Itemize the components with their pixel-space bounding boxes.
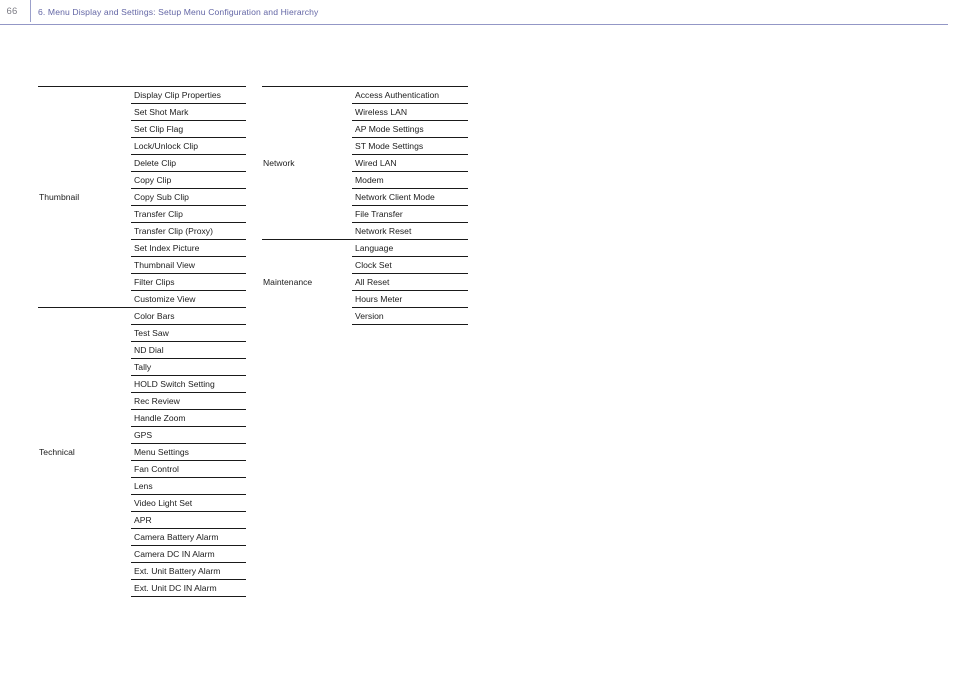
menu-item-label: Delete Clip — [131, 154, 246, 172]
menu-item-label: Clock Set — [352, 256, 468, 274]
menu-item-label: Handle Zoom — [131, 409, 246, 427]
menu-item-label: Wired LAN — [352, 154, 468, 172]
menu-table-right: Network Access Authentication Wireless LAN… — [262, 86, 468, 325]
menu-group-label: Network — [262, 86, 352, 240]
menu-item-label: Set Index Picture — [131, 239, 246, 257]
page-number: 66 — [6, 6, 18, 17]
menu-item-label: All Reset — [352, 273, 468, 291]
menu-item-label: Hours Meter — [352, 290, 468, 308]
menu-group-row: Network Access Authentication — [262, 86, 468, 240]
menu-item-label: ST Mode Settings — [352, 137, 468, 155]
menu-item-label: Filter Clips — [131, 273, 246, 291]
menu-item-label: Modem — [352, 171, 468, 189]
header-rule — [0, 24, 948, 25]
menu-item-label: Color Bars — [131, 307, 246, 325]
menu-item-label: Customize View — [131, 290, 246, 308]
menu-item-label: Ext. Unit Battery Alarm — [131, 562, 246, 580]
menu-item-label: ND Dial — [131, 341, 246, 359]
menu-item-label: Menu Settings — [131, 443, 246, 461]
menu-item-label: Network Client Mode — [352, 188, 468, 206]
running-header: 66 6. Menu Display and Settings: Setup M… — [0, 0, 954, 25]
menu-item-label: Test Saw — [131, 324, 246, 342]
menu-item-label: APR — [131, 511, 246, 529]
menu-group-row: Technical Color Bars — [38, 307, 246, 597]
menu-item-label: Video Light Set — [131, 494, 246, 512]
menu-item-label: Rec Review — [131, 392, 246, 410]
menu-table-right-body: Network Access Authentication Wireless LAN… — [262, 86, 468, 325]
menu-group-row: Thumbnail Display Clip Properties — [38, 86, 246, 308]
header-divider — [30, 0, 31, 22]
menu-item-label: Network Reset — [352, 222, 468, 240]
menu-item-label: Camera DC IN Alarm — [131, 545, 246, 563]
menu-item-label: Thumbnail View — [131, 256, 246, 274]
menu-group-label: Technical — [38, 307, 131, 597]
menu-item-label: Access Authentication — [352, 86, 468, 104]
menu-table-left: Thumbnail Display Clip Properties Set Shot… — [38, 86, 246, 597]
menu-item-label: Copy Clip — [131, 171, 246, 189]
menu-table-left-body: Thumbnail Display Clip Properties Set Shot… — [38, 86, 246, 597]
menu-group-label: Maintenance — [262, 239, 352, 325]
menu-item-label: Set Shot Mark — [131, 103, 246, 121]
menu-item-label: Fan Control — [131, 460, 246, 478]
menu-item-label: Language — [352, 239, 468, 257]
menu-item-label: Tally — [131, 358, 246, 376]
menu-item-label: GPS — [131, 426, 246, 444]
menu-item-label: Copy Sub Clip — [131, 188, 246, 206]
menu-item-label: Transfer Clip (Proxy) — [131, 222, 246, 240]
menu-item-label: Lens — [131, 477, 246, 495]
menu-item-label: Ext. Unit DC IN Alarm — [131, 579, 246, 597]
menu-item-label: Wireless LAN — [352, 103, 468, 121]
menu-item-label: Lock/Unlock Clip — [131, 137, 246, 155]
menu-item-label: File Transfer — [352, 205, 468, 223]
menu-item-label: Display Clip Properties — [131, 86, 246, 104]
menu-item-label: Transfer Clip — [131, 205, 246, 223]
menu-item-label: AP Mode Settings — [352, 120, 468, 138]
menu-group-row: Maintenance Language — [262, 239, 468, 325]
page-title: 6. Menu Display and Settings: Setup Menu… — [38, 7, 319, 17]
menu-item-label: Set Clip Flag — [131, 120, 246, 138]
menu-item-label: Version — [352, 307, 468, 325]
menu-group-label: Thumbnail — [38, 86, 131, 308]
menu-item-label: HOLD Switch Setting — [131, 375, 246, 393]
menu-item-label: Camera Battery Alarm — [131, 528, 246, 546]
